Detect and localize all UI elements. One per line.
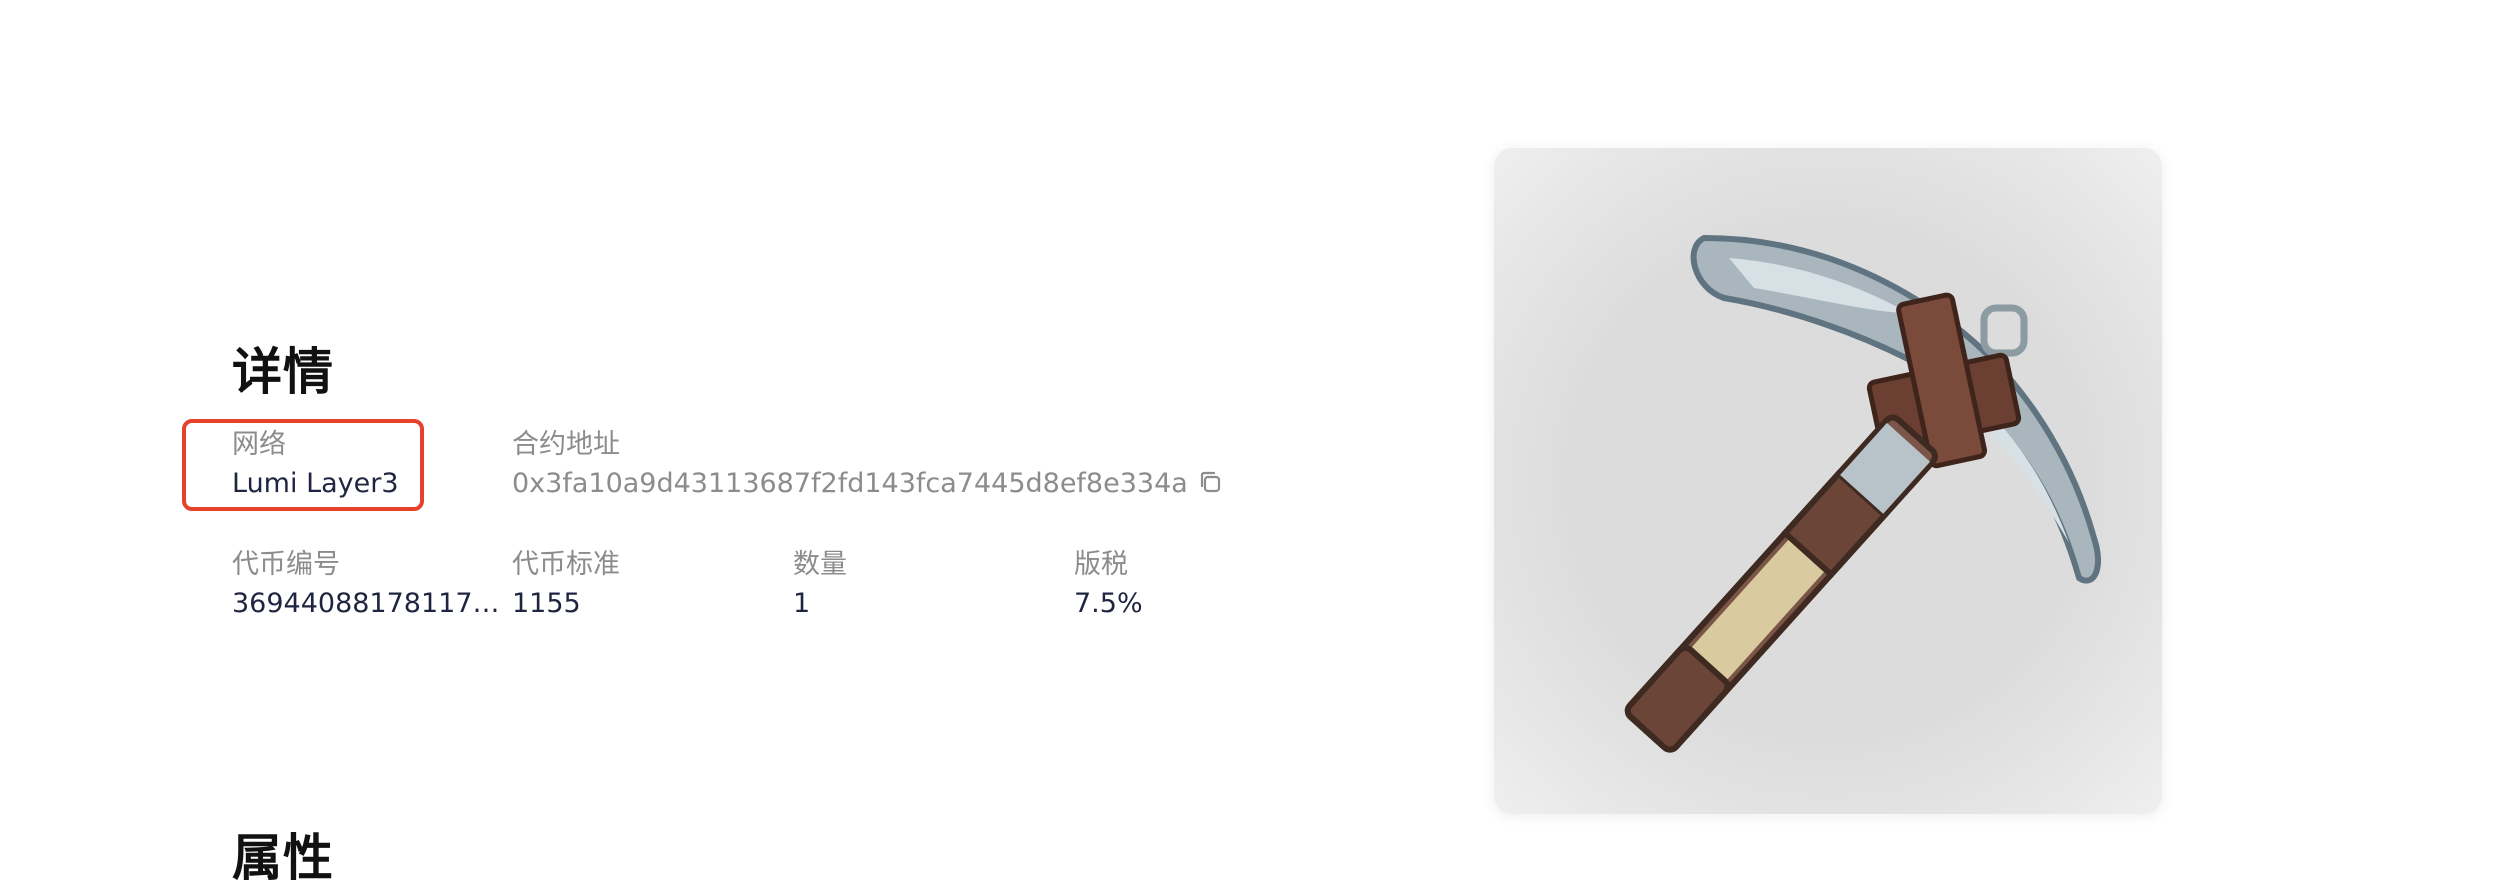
royalty-value: 7.5% xyxy=(1074,588,1143,619)
token-standard-field: 代币标准 1155 xyxy=(512,546,620,624)
network-label: 网络 xyxy=(232,429,286,460)
nft-detail-page: 详情 网络 Lumi Layer3 合约地址 0x3fa10a9d4311368… xyxy=(0,0,2514,884)
quantity-label: 数量 xyxy=(793,549,847,580)
network-value: Lumi Layer3 xyxy=(232,468,399,499)
royalty-field: 版税 7.5% xyxy=(1074,546,1143,624)
quantity-field: 数量 1 xyxy=(793,546,847,624)
details-heading: 详情 xyxy=(232,343,334,401)
token-id-label: 代币编号 xyxy=(232,549,340,580)
copy-icon[interactable] xyxy=(1196,468,1224,496)
token-id-field: 代币编号 369440881781170... xyxy=(232,546,502,624)
quantity-value: 1 xyxy=(793,588,811,619)
contract-address-value-row: 0x3fa10a9d43113687f2fd143fca7445d8ef8e33… xyxy=(512,464,1224,504)
attributes-heading: 属性 xyxy=(232,829,334,884)
royalty-label: 版税 xyxy=(1074,549,1128,580)
contract-address-field: 合约地址 0x3fa10a9d43113687f2fd143fca7445d8e… xyxy=(512,426,1224,504)
contract-address-label: 合约地址 xyxy=(512,429,620,460)
network-field: 网络 Lumi Layer3 xyxy=(232,426,399,504)
nft-image-card[interactable] xyxy=(1494,148,2162,814)
token-id-value: 369440881781170... xyxy=(232,588,502,619)
token-standard-value: 1155 xyxy=(512,588,581,619)
token-standard-label: 代币标准 xyxy=(512,549,620,580)
pickaxe-image xyxy=(1624,235,2101,753)
contract-address-value[interactable]: 0x3fa10a9d43113687f2fd143fca7445d8ef8e33… xyxy=(512,468,1188,499)
